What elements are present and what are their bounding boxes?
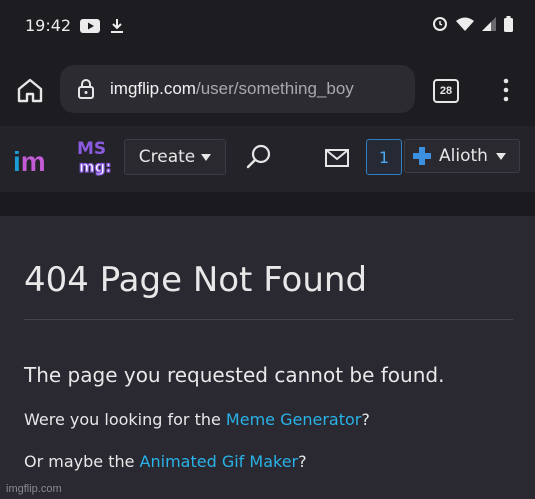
notification-button[interactable]: 1 — [366, 139, 402, 175]
header-spacer — [0, 192, 535, 216]
imgflip-logo[interactable]: im — [13, 146, 46, 176]
divider — [24, 319, 513, 320]
q2-prefix: Or maybe the — [24, 452, 140, 471]
q1-prefix: Were you looking for the — [24, 410, 226, 429]
browser-toolbar: imgflip.com/user/something_boy 28 — [0, 52, 535, 126]
logo-m: m — [20, 146, 46, 177]
chevron-down-icon — [495, 152, 506, 160]
gif-maker-link[interactable]: Animated Gif Maker — [140, 452, 299, 471]
address-bar[interactable]: imgflip.com/user/something_boy — [60, 65, 415, 113]
meme-generator-link[interactable]: Meme Generator — [226, 410, 361, 429]
page-title: 404 Page Not Found — [24, 260, 368, 300]
signal-icon — [482, 17, 496, 31]
q1-suffix: ? — [361, 410, 370, 429]
logo-i: i — [13, 146, 21, 177]
error-message: The page you requested cannot be found. — [24, 363, 445, 387]
url-path: /user/something_boy — [195, 79, 354, 98]
q2-suffix: ? — [298, 452, 307, 471]
site-header: im MS mg: Create 1 Alioth — [0, 126, 535, 192]
status-right-icons — [432, 16, 513, 32]
chevron-down-icon — [201, 153, 212, 161]
alarm-icon — [433, 17, 447, 31]
username: Alioth — [439, 146, 488, 166]
notification-count: 1 — [378, 147, 390, 167]
battery-icon — [504, 16, 513, 32]
wifi-icon — [456, 17, 474, 31]
plus-icon — [413, 147, 431, 165]
youtube-icon — [80, 19, 100, 33]
home-icon[interactable] — [14, 74, 46, 106]
status-time: 19:42 — [25, 16, 72, 35]
suggestion-meme-generator: Were you looking for the Meme Generator? — [24, 410, 370, 429]
download-icon — [111, 19, 123, 33]
badge-bottom-text: mg: — [79, 158, 111, 176]
more-vert-icon[interactable] — [497, 77, 515, 103]
search-icon[interactable] — [245, 143, 273, 171]
url-text: imgflip.com/user/something_boy — [110, 79, 354, 99]
watermark: imgflip.com — [6, 483, 62, 495]
tab-count: 28 — [439, 85, 453, 97]
create-button[interactable]: Create — [124, 139, 226, 175]
ms-mg-badge[interactable]: MS mg: — [75, 136, 113, 178]
user-menu-button[interactable]: Alioth — [404, 139, 520, 173]
suggestion-gif-maker: Or maybe the Animated Gif Maker? — [24, 452, 307, 471]
tab-switcher-button[interactable]: 28 — [433, 79, 459, 103]
create-label: Create — [138, 147, 196, 167]
url-host: imgflip.com — [110, 79, 196, 98]
status-left-icons — [80, 18, 124, 34]
lock-icon — [78, 79, 94, 99]
mail-icon[interactable] — [325, 149, 349, 167]
status-bar: 19:42 — [0, 0, 535, 52]
badge-top-text: MS — [77, 139, 106, 159]
